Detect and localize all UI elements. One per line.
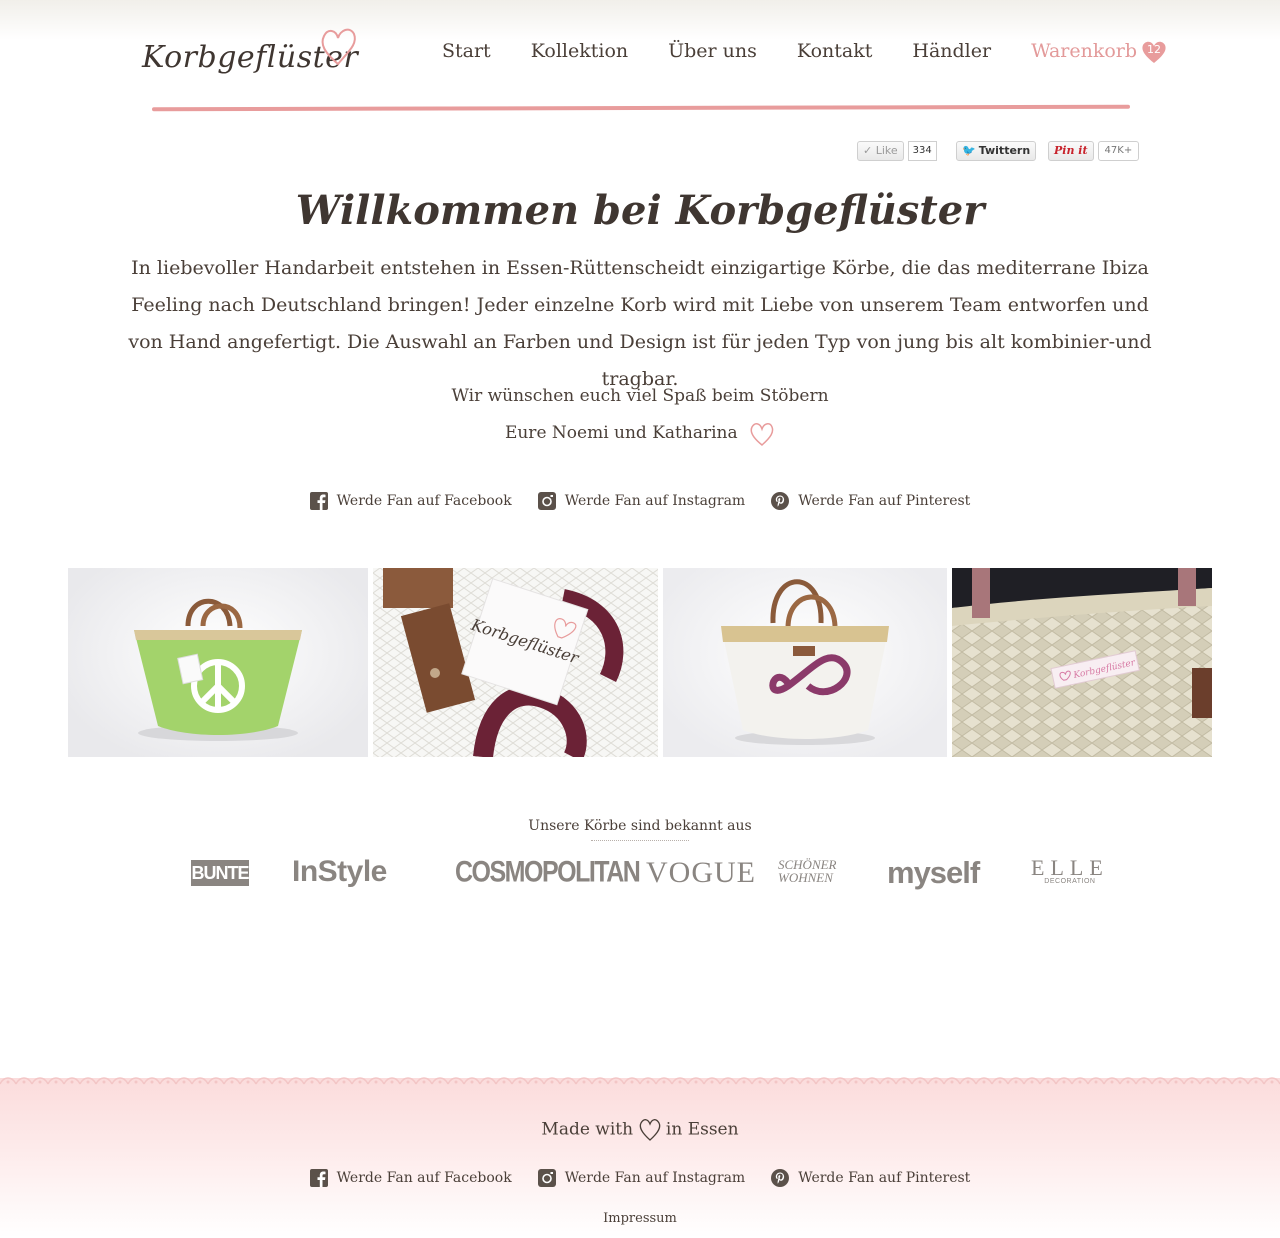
facebook-icon xyxy=(309,492,328,510)
footer-lace-border xyxy=(0,1074,1280,1088)
elle-text: ELLE xyxy=(1031,855,1109,880)
green-peace-basket-image xyxy=(134,598,302,741)
pinterest-fan-label: Werde Fan auf Pinterest xyxy=(798,493,971,509)
pinterest-icon xyxy=(771,1169,790,1187)
greeting: Wir wünschen euch viel Spaß beim Stöbern… xyxy=(0,378,1280,452)
press-logo-vogue: VOGUE xyxy=(646,856,756,889)
made-suffix: in Essen xyxy=(665,1119,739,1140)
tweet-button[interactable]: 🐦 Twittern xyxy=(956,141,1037,161)
footer-instagram-fan-label: Werde Fan auf Instagram xyxy=(564,1170,746,1186)
heart-icon xyxy=(750,422,774,446)
page-title: Willkommen bei Korbgeflüster xyxy=(295,187,985,234)
like-label: Like xyxy=(875,144,898,157)
tweet-label: Twittern xyxy=(978,144,1031,157)
natural-basket-ribbon-image: Korbgeflüster xyxy=(952,568,1212,757)
made-with-love: Made with in Essen xyxy=(0,1118,1280,1142)
press-logo-myself: myself xyxy=(887,855,980,890)
header-background xyxy=(0,0,1280,40)
nav-kollektion[interactable]: Kollektion xyxy=(531,40,628,72)
gallery-photo-white-basket[interactable] xyxy=(663,568,947,757)
nav-ueber-uns[interactable]: Über uns xyxy=(668,40,757,72)
greeting-line-1: Wir wünschen euch viel Spaß beim Stöbern xyxy=(451,386,829,406)
made-prefix: Made with xyxy=(541,1119,634,1140)
footer-fan-links: Werde Fan auf Facebook Werde Fan auf Ins… xyxy=(0,1169,1280,1187)
press-logo-elle-decoration: ELLE DECORATION xyxy=(1031,855,1109,886)
gallery-photo-green-basket[interactable] xyxy=(68,568,368,757)
instagram-fan-link[interactable]: Werde Fan auf Instagram xyxy=(537,492,746,510)
nav-start[interactable]: Start xyxy=(442,40,491,72)
fan-links: Werde Fan auf Facebook Werde Fan auf Ins… xyxy=(0,492,1280,510)
greeting-line-2: Eure Noemi und Katharina xyxy=(504,423,738,443)
instagram-icon xyxy=(537,492,556,510)
twitter-bird-icon: 🐦 xyxy=(962,144,976,157)
press-heading: Unsere Körbe sind bekannt aus xyxy=(528,818,752,834)
gallery-photo-natural-basket[interactable]: Korbgeflüster xyxy=(952,568,1212,757)
footer-facebook-fan-link[interactable]: Werde Fan auf Facebook xyxy=(309,1169,512,1187)
footer-facebook-fan-label: Werde Fan auf Facebook xyxy=(336,1170,512,1186)
header-divider xyxy=(151,104,1131,112)
footer-instagram-fan-link[interactable]: Werde Fan auf Instagram xyxy=(537,1169,746,1187)
nav-haendler[interactable]: Händler xyxy=(912,40,991,72)
like-button[interactable]: ✓ Like xyxy=(857,141,904,161)
gallery-photo-label-closeup[interactable]: Korbgeflüster xyxy=(373,568,658,757)
pinterest-widget: Pin it 47K+ xyxy=(1048,141,1140,161)
pin-it-button[interactable]: Pin it xyxy=(1048,141,1094,161)
cart-label: Warenkorb xyxy=(1031,40,1138,62)
instagram-icon xyxy=(537,1169,556,1187)
nav-cart[interactable]: Warenkorb 12 xyxy=(1031,40,1167,72)
facebook-icon xyxy=(309,1169,328,1187)
press-logo-bunte: BUNTE xyxy=(191,860,250,886)
facebook-fan-link[interactable]: Werde Fan auf Facebook xyxy=(309,492,512,510)
cart-count: 12 xyxy=(1147,43,1162,56)
like-count: 334 xyxy=(907,141,937,161)
facebook-fan-label: Werde Fan auf Facebook xyxy=(336,493,512,509)
instagram-fan-label: Werde Fan auf Instagram xyxy=(564,493,746,509)
basket-label-closeup-image: Korbgeflüster xyxy=(373,568,658,757)
pinterest-icon xyxy=(771,492,790,510)
footer-pinterest-fan-link[interactable]: Werde Fan auf Pinterest xyxy=(771,1169,970,1187)
facebook-like-widget: ✓ Like 334 xyxy=(857,141,937,161)
press-logo-cosmopolitan: COSMOPOLITAN xyxy=(455,855,641,889)
pin-count: 47K+ xyxy=(1097,141,1140,161)
wohnen-text: WOHNEN xyxy=(778,870,833,885)
heart-icon xyxy=(321,28,356,66)
press-logo-instyle: InStyle xyxy=(292,855,387,888)
footer-pinterest-fan-label: Werde Fan auf Pinterest xyxy=(798,1170,971,1186)
white-infinity-basket-image xyxy=(721,579,889,745)
intro-text: In liebevoller Handarbeit entstehen in E… xyxy=(128,257,1152,390)
greeting-line-2-wrap: Eure Noemi und Katharina xyxy=(0,415,1280,452)
main-nav: Start Kollektion Über uns Kontakt Händle… xyxy=(442,40,1167,72)
heart-icon xyxy=(639,1119,660,1141)
cart-count-badge: 12 xyxy=(1141,40,1167,64)
twitter-widget: 🐦 Twittern xyxy=(956,141,1037,161)
press-logo-schoener-wohnen: SCHÖNER WOHNEN xyxy=(778,858,837,884)
nav-kontakt[interactable]: Kontakt xyxy=(797,40,872,72)
press-divider xyxy=(591,840,689,841)
pinterest-fan-link[interactable]: Werde Fan auf Pinterest xyxy=(771,492,970,510)
impressum-link[interactable]: Impressum xyxy=(0,1211,1280,1226)
